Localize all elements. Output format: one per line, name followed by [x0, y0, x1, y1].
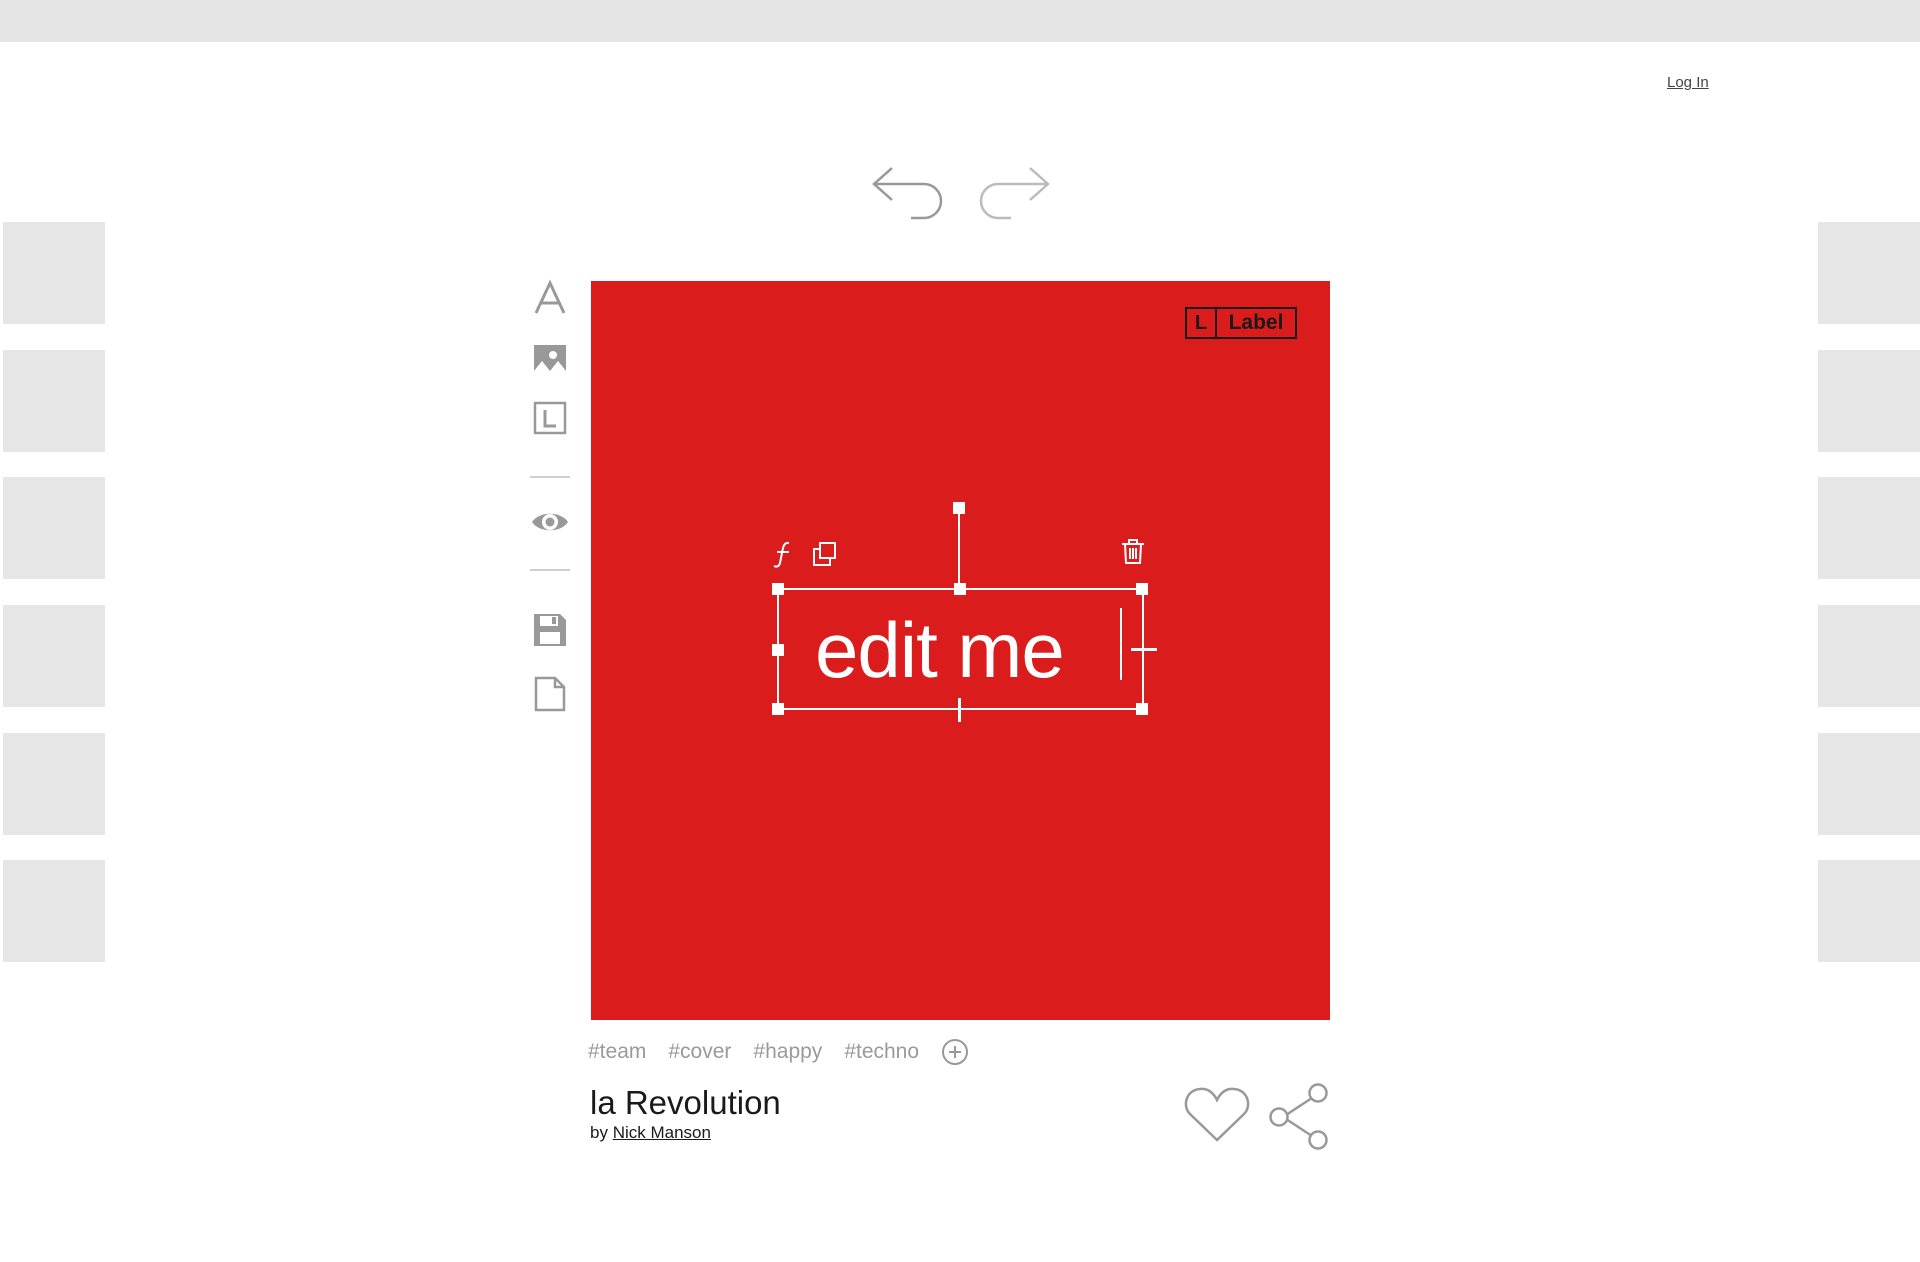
thumbnail-right-4[interactable] [1818, 605, 1920, 707]
save-tool-button[interactable] [528, 608, 572, 652]
tag-list: #team #cover #happy #techno [588, 1038, 969, 1066]
text-tool-button[interactable] [528, 276, 572, 320]
font-icon[interactable] [769, 539, 799, 569]
tag-item[interactable]: #team [588, 1040, 646, 1064]
editable-text[interactable]: edit me [815, 600, 1065, 700]
post-title: la Revolution [590, 1084, 781, 1121]
thumbnail-left-2[interactable] [3, 350, 105, 452]
tag-item[interactable]: #cover [668, 1040, 731, 1064]
design-canvas[interactable]: L Label edit me [591, 281, 1330, 1020]
floppy-disk-icon [534, 614, 566, 646]
trash-icon[interactable] [1118, 536, 1148, 566]
by-label: by [590, 1123, 608, 1142]
document-icon [534, 676, 566, 712]
brand-badge: L Label [1185, 307, 1297, 339]
redo-arrow-icon [979, 167, 1050, 220]
brand-mark: L [1187, 309, 1217, 337]
tag-item[interactable]: #happy [753, 1040, 822, 1064]
resize-handle-top[interactable] [954, 583, 966, 595]
thumbnail-right-2[interactable] [1818, 350, 1920, 452]
resize-handle-bottom[interactable] [958, 698, 961, 722]
eye-icon [532, 513, 568, 531]
undo-arrow-icon [872, 167, 943, 220]
login-link[interactable]: Log In [1667, 74, 1709, 91]
brand-text: Label [1228, 311, 1284, 334]
byline: by Nick Manson [590, 1123, 711, 1143]
rotation-handle[interactable] [953, 502, 965, 514]
thumbnail-left-5[interactable] [3, 733, 105, 835]
thumbnail-right-1[interactable] [1818, 222, 1920, 324]
new-page-tool-button[interactable] [528, 672, 572, 716]
thumbnail-right-5[interactable] [1818, 733, 1920, 835]
resize-handle-left[interactable] [772, 644, 784, 656]
image-icon [534, 345, 566, 371]
undo-button[interactable] [868, 160, 944, 226]
label-l-icon [533, 401, 567, 435]
label-tool-button[interactable] [528, 396, 572, 440]
resize-handle-bottom-left[interactable] [772, 703, 784, 715]
author-link[interactable]: Nick Manson [613, 1123, 711, 1142]
redo-button[interactable] [978, 160, 1054, 226]
toolbar-divider [530, 476, 570, 478]
thumbnail-left-6[interactable] [3, 860, 105, 962]
toolbar-divider [530, 569, 570, 571]
duplicate-icon[interactable] [810, 539, 840, 569]
thumbnail-left-3[interactable] [3, 477, 105, 579]
image-tool-button[interactable] [528, 336, 572, 380]
browser-top-bar [0, 0, 1920, 42]
text-caret [1120, 608, 1122, 680]
letter-a-icon [534, 279, 566, 314]
heart-icon[interactable] [1183, 1084, 1251, 1144]
text-selection-box[interactable]: edit me [772, 583, 1157, 722]
resize-handle-top-left[interactable] [772, 583, 784, 595]
resize-handle-right[interactable] [1131, 648, 1157, 651]
thumbnail-right-6[interactable] [1818, 860, 1920, 962]
share-icon[interactable] [1268, 1082, 1332, 1150]
tag-item[interactable]: #techno [844, 1040, 919, 1064]
rotation-line [958, 504, 960, 588]
resize-handle-top-right[interactable] [1136, 583, 1148, 595]
preview-tool-button[interactable] [528, 500, 572, 544]
add-tag-icon[interactable] [941, 1038, 969, 1066]
thumbnail-right-3[interactable] [1818, 477, 1920, 579]
thumbnail-left-4[interactable] [3, 605, 105, 707]
thumbnail-left-1[interactable] [3, 222, 105, 324]
resize-handle-bottom-right[interactable] [1136, 703, 1148, 715]
